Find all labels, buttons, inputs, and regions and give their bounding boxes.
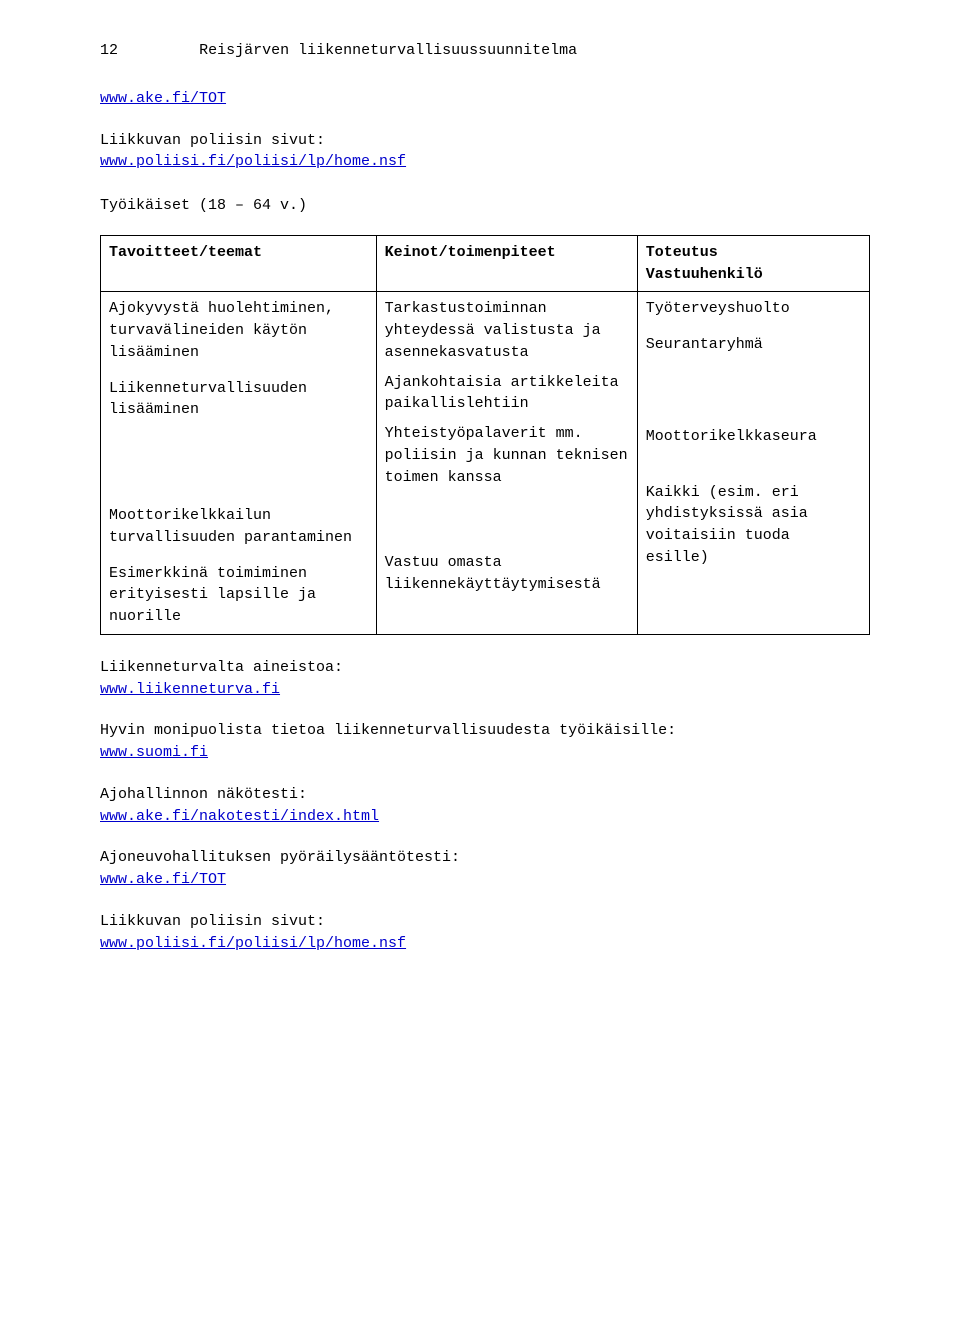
cell-goals: Ajokyvystä huolehtiminen, turvavälineide… — [101, 292, 377, 635]
footer-block-2: Hyvin monipuolista tietoa liikenneturval… — [100, 720, 870, 764]
page-number: 12 — [100, 42, 118, 59]
link-block-tot: www.ake.fi/TOT — [100, 88, 870, 110]
footer-4-label: Ajoneuvohallituksen pyöräilysääntötesti: — [100, 849, 460, 866]
footer-1-label: Liikenneturvalta aineistoa: — [100, 659, 343, 676]
means-2: Ajankohtaisia artikkeleita paikallisleht… — [385, 372, 629, 416]
footer-3-label: Ajohallinnon näkötesti: — [100, 786, 307, 803]
suomi-link[interactable]: www.suomi.fi — [100, 744, 208, 761]
goal-1: Ajokyvystä huolehtiminen, turvavälineide… — [109, 298, 368, 363]
table-row: Ajokyvystä huolehtiminen, turvavälineide… — [101, 292, 870, 635]
tot-link[interactable]: www.ake.fi/TOT — [100, 90, 226, 107]
status-1: Työterveyshuolto — [646, 298, 861, 320]
means-1: Tarkastustoiminnan yhteydessä valistusta… — [385, 298, 629, 363]
status-4: Kaikki (esim. eri yhdistyksissä asia voi… — [646, 482, 861, 569]
nakotesti-link[interactable]: www.ake.fi/nakotesti/index.html — [100, 808, 379, 825]
age-heading: Työikäiset (18 – 64 v.) — [100, 195, 870, 217]
footer-block-1: Liikenneturvalta aineistoa: www.liikenne… — [100, 657, 870, 701]
goals-table: Tavoitteet/teemat Keinot/toimenpiteet To… — [100, 235, 870, 635]
status-3: Moottorikelkkaseura — [646, 426, 861, 448]
police-link[interactable]: www.poliisi.fi/poliisi/lp/home.nsf — [100, 153, 406, 170]
header-line: 12 Reisjärven liikenneturvallisuussuunni… — [100, 40, 870, 62]
footer-block-4: Ajoneuvohallituksen pyöräilysääntötesti:… — [100, 847, 870, 891]
footer-block-5: Liikkuvan poliisin sivut: www.poliisi.fi… — [100, 911, 870, 955]
table-header-row: Tavoitteet/teemat Keinot/toimenpiteet To… — [101, 235, 870, 292]
police-link-2[interactable]: www.poliisi.fi/poliisi/lp/home.nsf — [100, 935, 406, 952]
police-heading: Liikkuvan poliisin sivut: — [100, 132, 325, 149]
liikenneturva-link[interactable]: www.liikenneturva.fi — [100, 681, 280, 698]
footer-2-label: Hyvin monipuolista tietoa liikenneturval… — [100, 722, 676, 739]
police-block: Liikkuvan poliisin sivut: www.poliisi.fi… — [100, 130, 870, 174]
cell-means: Tarkastustoiminnan yhteydessä valistusta… — [376, 292, 637, 635]
goal-2: Liikenneturvallisuuden lisääminen — [109, 378, 368, 422]
header-status-line1: Toteutus — [646, 244, 718, 261]
header-means: Keinot/toimenpiteet — [376, 235, 637, 292]
goal-3: Moottorikelkkailun turvallisuuden parant… — [109, 505, 368, 549]
header-goals: Tavoitteet/teemat — [101, 235, 377, 292]
means-4: Vastuu omasta liikennekäyttäytymisestä — [385, 552, 629, 596]
footer-block-3: Ajohallinnon näkötesti: www.ake.fi/nakot… — [100, 784, 870, 828]
header-status: Toteutus Vastuuhenkilö — [637, 235, 869, 292]
cell-status: Työterveyshuolto Seurantaryhmä Moottorik… — [637, 292, 869, 635]
page: 12 Reisjärven liikenneturvallisuussuunni… — [0, 0, 960, 1318]
header-status-line2: Vastuuhenkilö — [646, 266, 763, 283]
tot-link-2[interactable]: www.ake.fi/TOT — [100, 871, 226, 888]
page-title: Reisjärven liikenneturvallisuussuunnitel… — [199, 42, 577, 59]
goal-4: Esimerkkinä toimiminen erityisesti lapsi… — [109, 563, 368, 628]
means-3: Yhteistyöpalaverit mm. poliisin ja kunna… — [385, 423, 629, 488]
status-2: Seurantaryhmä — [646, 334, 861, 356]
footer-5-label: Liikkuvan poliisin sivut: — [100, 913, 325, 930]
